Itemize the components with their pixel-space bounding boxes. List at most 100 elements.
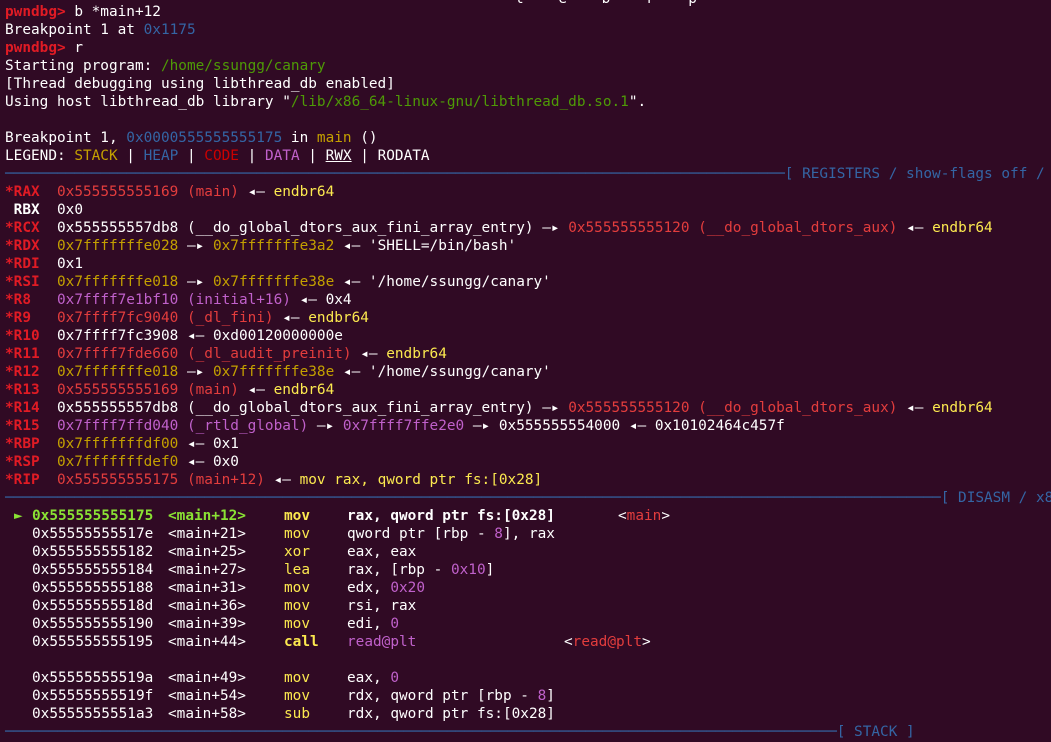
register-row-r14: *R14 0x555555557db8 (__do_global_dtors_a… — [5, 399, 993, 417]
starting-program-line: Starting program: /home/ssungg/canary — [5, 57, 326, 75]
pointer-address: 0x7ffff7ffe2e0 — [342, 418, 465, 434]
disasm-row: 0x55555555519a <main+49> mov eax, 0 — [0, 669, 1051, 687]
instruction-address: 0x5555555551a3 — [32, 706, 154, 722]
register-name: R15 — [13, 418, 49, 434]
instruction-address: 0x555555555182 — [32, 544, 154, 560]
pointer-value: endbr64 — [308, 310, 369, 326]
deref-arrow: ◂— — [178, 436, 213, 452]
register-changed-marker: * — [5, 238, 14, 254]
instruction-mnemonic: mov — [284, 508, 310, 524]
register-row-r11: *R11 0x7ffff7fde660 (_dl_audit_preinit) … — [5, 345, 447, 363]
register-row-r15: *R15 0x7ffff7ffd040 (_rtld_global) —▸ 0x… — [5, 417, 785, 435]
register-symbol: (_dl_audit_preinit) — [178, 346, 352, 362]
pointer-string: '/home/ssungg/canary' — [368, 274, 551, 290]
instruction-operands: rax, [rbp - 0x10] — [347, 561, 494, 579]
legend-separator: | — [178, 148, 205, 164]
operand-text: rax, [rbp - — [347, 562, 451, 578]
pointer-value: 0x10102464c457f — [654, 418, 785, 434]
instruction-mnemonic: xor — [284, 544, 310, 560]
pointer-value: 0xd00120000000e — [212, 328, 343, 344]
register-symbol: (main+12) — [178, 472, 265, 488]
pointer-address: 0x7fffffffe38e — [212, 274, 335, 290]
register-row-r13: *R13 0x555555555169 (main) ◂— endbr64 — [5, 381, 334, 399]
host-library-line: Using host libthread_db library "/lib/x8… — [5, 93, 646, 111]
operand-immediate: 0 — [390, 616, 399, 632]
register-changed-marker: * — [5, 184, 14, 200]
pointer-value: endbr64 — [932, 400, 993, 416]
separator-rule: ────────────────────────────────────────… — [5, 724, 837, 740]
instruction-operands: eax, 0 — [347, 669, 399, 687]
disasm-section-header: ────────────────────────────────────────… — [5, 489, 1051, 507]
operand-text: ], rax — [502, 526, 555, 542]
deref-arrow: ◂— — [238, 382, 274, 398]
instruction-offset: <main+58> — [168, 706, 246, 722]
register-row-rcx: *RCX 0x555555557db8 (__do_global_dtors_a… — [5, 219, 993, 237]
register-row-rax: *RAX 0x555555555169 (main) ◂— endbr64 — [5, 183, 334, 201]
operand-immediate: 8 — [537, 688, 547, 704]
disasm-title: [ DISASM / x86-64 / set emulate on ] — [940, 490, 1051, 506]
annotation-bracket: < — [564, 634, 573, 650]
register-changed-marker: * — [5, 382, 14, 398]
register-row-r10: *R10 0x7ffff7fc3908 ◂— 0xd00120000000e — [5, 327, 343, 345]
register-value: 0x555555557db8 — [57, 220, 179, 236]
instruction-offset: <main+44> — [168, 634, 246, 650]
register-changed-marker: * — [5, 328, 14, 344]
register-value: 0x7fffffffdef0 — [57, 454, 179, 470]
register-symbol: (__do_global_dtors_aux_fini_array_entry) — [178, 220, 534, 236]
instruction-operands: edi, 0 — [347, 615, 399, 633]
host-library-path: /lib/x86_64-linux-gnu/libthread_db.so.1 — [290, 94, 629, 110]
instruction-operands: edx, 0x20 — [347, 579, 425, 597]
pointer-value: endbr64 — [273, 184, 335, 200]
disasm-row: 0x555555555190 <main+39> mov edi, 0 — [0, 615, 1051, 633]
legend-heap: HEAP — [143, 148, 179, 164]
disasm-row: 0x55555555518d <main+36> mov rsi, rax — [0, 597, 1051, 615]
deref-arrow: ◂— — [178, 328, 213, 344]
instruction-offset: <main+12> — [168, 508, 246, 524]
instruction-offset: <main+21> — [168, 526, 246, 542]
annotation-bracket: > — [641, 634, 651, 650]
instruction-offset: <main+49> — [168, 670, 246, 686]
terminal-window[interactable]: l e b f p pwndbg> b *main+12 Breakpoint … — [0, 0, 1051, 742]
deref-arrow: ◂— — [264, 472, 300, 488]
operand-text: edx, — [347, 580, 391, 596]
deref-arrow: —▸ — [308, 418, 343, 434]
annotation-symbol: read@plt — [572, 634, 642, 650]
register-row-r9: *R9 0x7ffff7fc9040 (_dl_fini) ◂— endbr64 — [5, 309, 369, 327]
annotation-bracket: > — [661, 508, 670, 524]
register-value: 0x555555555175 — [57, 472, 179, 488]
breakpoint-hit-in: in — [282, 130, 317, 146]
instruction-mnemonic: lea — [284, 562, 310, 578]
instruction-mnemonic: mov — [284, 598, 310, 614]
pointer-address: 0x555555554000 — [498, 418, 621, 434]
registers-title: [ REGISTERS / show-flags off / show-comp… — [784, 166, 1045, 182]
register-value: 0x7fffffffdf00 — [57, 436, 179, 452]
deref-arrow: ◂— — [334, 238, 369, 254]
register-row-rsp: *RSP 0x7fffffffdef0 ◂— 0x0 — [5, 453, 239, 471]
register-symbol: (main) — [178, 184, 239, 200]
breakpoint-hit-paren: () — [351, 130, 378, 146]
register-row-rdi: *RDI 0x1 — [5, 255, 83, 273]
deref-arrow: ◂— — [620, 418, 655, 434]
instruction-operands: rdx, qword ptr fs:[0x28] — [347, 706, 555, 722]
register-symbol: (_dl_fini) — [178, 310, 274, 326]
disasm-row: ► 0x555555555175 <main+12> mov rax, qword pt… — [0, 507, 1051, 525]
breakpoint-hit-label: Breakpoint 1, — [5, 130, 127, 146]
register-name: RIP — [13, 472, 49, 488]
register-changed-marker: * — [5, 292, 14, 308]
register-name: R11 — [13, 346, 49, 362]
operand-text: edi, — [347, 616, 391, 632]
deref-arrow: ◂— — [334, 274, 369, 290]
instruction-address: 0x55555555518d — [32, 598, 154, 614]
annotation-bracket: < — [618, 508, 627, 524]
register-row-rdx: *RDX 0x7fffffffe028 —▸ 0x7fffffffe3a2 ◂—… — [5, 237, 516, 255]
register-changed-marker: * — [5, 346, 14, 362]
register-name: RDX — [13, 238, 49, 254]
legend-separator: | — [299, 148, 326, 164]
register-value: 0x555555555169 — [57, 382, 179, 398]
legend-stack: STACK — [74, 148, 118, 164]
pointer-value: 0x0 — [212, 454, 239, 470]
pointer-symbol: (__do_global_dtors_aux) — [689, 220, 898, 236]
